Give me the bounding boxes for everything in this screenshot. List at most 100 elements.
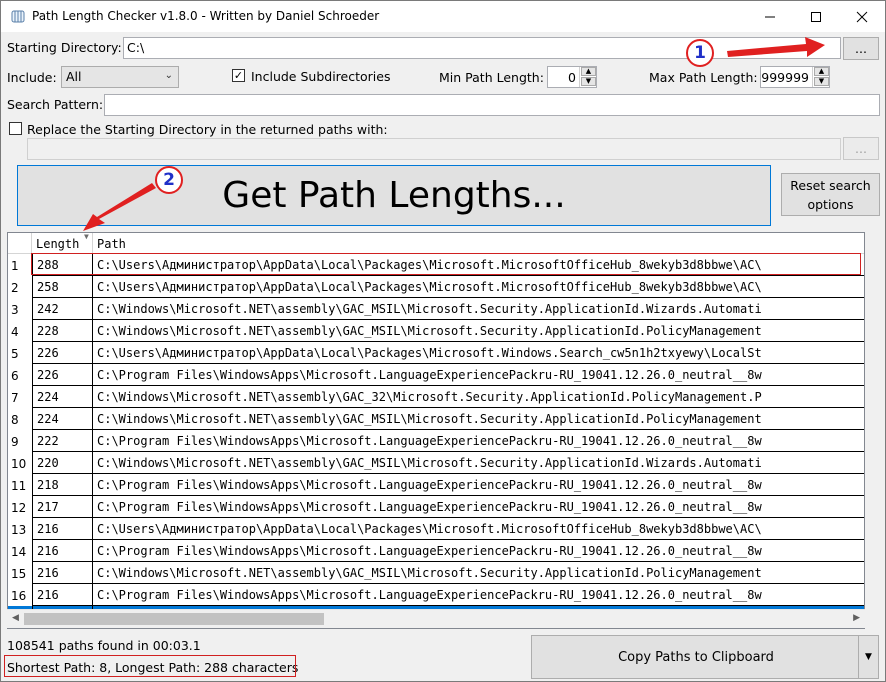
length-cell[interactable]: 216: [32, 540, 93, 562]
max-path-length-stepper[interactable]: 999999 ▲ ▼: [760, 66, 830, 88]
length-cell[interactable]: 216: [32, 562, 93, 584]
row-number[interactable]: 8: [8, 408, 32, 430]
path-cell[interactable]: C:\Users\Администратор\AppData\Local\Pac…: [93, 276, 864, 298]
results-grid[interactable]: ▼ Length Path 1 288 C:\Users\Администратор…: [7, 232, 865, 629]
table-row[interactable]: 8 224 C:\Windows\Microsoft.NET\assembly\GA…: [8, 408, 864, 430]
length-cell[interactable]: 218: [32, 474, 93, 496]
path-cell[interactable]: C:\Windows\Microsoft.NET\assembly\GAC_MS…: [93, 562, 864, 584]
close-button[interactable]: [839, 1, 885, 32]
spin-down-icon[interactable]: ▼: [814, 77, 829, 86]
starting-directory-input[interactable]: C:\: [123, 37, 841, 59]
max-path-length-value: 999999: [761, 70, 809, 85]
annotation-number-1: 1: [686, 39, 714, 67]
reset-search-options-button[interactable]: Reset search options: [781, 173, 880, 216]
replace-browse-button[interactable]: ...: [843, 137, 879, 160]
table-row[interactable]: 9 222 C:\Program Files\WindowsApps\Microso…: [8, 430, 864, 452]
row-number[interactable]: 7: [8, 386, 32, 408]
path-cell[interactable]: C:\Windows\Microsoft.NET\assembly\GAC_MS…: [93, 298, 864, 320]
path-cell[interactable]: C:\Program Files\WindowsApps\Microsoft.L…: [93, 496, 864, 518]
table-row[interactable]: 7 224 C:\Windows\Microsoft.NET\assembly\GA…: [8, 386, 864, 408]
horizontal-scrollbar[interactable]: ◀ ▶: [7, 609, 865, 628]
table-row[interactable]: 4 228 C:\Windows\Microsoft.NET\assembly\GA…: [8, 320, 864, 342]
column-header-path[interactable]: Path: [93, 233, 864, 254]
path-cell[interactable]: C:\Windows\Microsoft.NET\assembly\GAC_MS…: [93, 408, 864, 430]
table-row[interactable]: 15 216 C:\Windows\Microsoft.NET\assembly\G…: [8, 562, 864, 584]
length-cell[interactable]: 228: [32, 320, 93, 342]
table-row[interactable]: 2 258 C:\Users\Администратор\AppData\Local…: [8, 276, 864, 298]
path-cell[interactable]: C:\Windows\Microsoft.NET\assembly\GAC_MS…: [93, 452, 864, 474]
min-path-length-value: 0: [568, 70, 576, 85]
replace-directory-input[interactable]: [27, 138, 841, 160]
spin-up-icon[interactable]: ▲: [814, 67, 829, 76]
length-cell[interactable]: 226: [32, 364, 93, 386]
row-number[interactable]: 2: [8, 276, 32, 298]
path-cell[interactable]: C:\Users\Администратор\AppData\Local\Pac…: [93, 518, 864, 540]
table-row[interactable]: 14 216 C:\Program Files\WindowsApps\Micros…: [8, 540, 864, 562]
column-header-length[interactable]: ▼ Length: [32, 233, 93, 254]
replace-directory-checkbox[interactable]: [9, 122, 22, 135]
length-cell[interactable]: 226: [32, 342, 93, 364]
get-path-lengths-button[interactable]: Get Path Lengths...: [17, 165, 771, 226]
scroll-right-icon[interactable]: ▶: [853, 613, 860, 623]
length-cell[interactable]: 217: [32, 496, 93, 518]
row-number[interactable]: 16: [8, 584, 32, 606]
row-number[interactable]: 10: [8, 452, 32, 474]
row-number[interactable]: 12: [8, 496, 32, 518]
table-row[interactable]: 1 288 C:\Users\Администратор\AppData\Local…: [8, 254, 864, 276]
length-cell[interactable]: 222: [32, 430, 93, 452]
row-number[interactable]: 6: [8, 364, 32, 386]
row-number[interactable]: 3: [8, 298, 32, 320]
length-cell[interactable]: 258: [32, 276, 93, 298]
path-cell[interactable]: C:\Program Files\WindowsApps\Microsoft.L…: [93, 430, 864, 452]
path-cell[interactable]: C:\Program Files\WindowsApps\Microsoft.L…: [93, 474, 864, 496]
chevron-down-icon[interactable]: ▼: [858, 636, 878, 678]
table-row[interactable]: 11 218 C:\Program Files\WindowsApps\Micros…: [8, 474, 864, 496]
row-number[interactable]: 14: [8, 540, 32, 562]
browse-button[interactable]: ...: [843, 37, 879, 60]
length-cell[interactable]: 242: [32, 298, 93, 320]
scrollbar-thumb[interactable]: [24, 613, 324, 625]
path-cell[interactable]: C:\Users\Администратор\AppData\Local\Pac…: [93, 254, 864, 276]
search-pattern-input[interactable]: [104, 94, 880, 116]
length-cell[interactable]: 216: [32, 518, 93, 540]
table-row[interactable]: 13 216 C:\Users\Администратор\AppData\Loca…: [8, 518, 864, 540]
table-row[interactable]: 5 226 C:\Users\Администратор\AppData\Local…: [8, 342, 864, 364]
row-number[interactable]: 11: [8, 474, 32, 496]
row-number[interactable]: 5: [8, 342, 32, 364]
app-window: Path Length Checker v1.8.0 - Written by …: [0, 0, 886, 682]
include-subdirectories-checkbox[interactable]: ✓: [232, 69, 245, 82]
minimize-button[interactable]: [747, 1, 793, 32]
length-cell[interactable]: 220: [32, 452, 93, 474]
path-cell[interactable]: C:\Windows\Microsoft.NET\assembly\GAC_MS…: [93, 320, 864, 342]
table-row[interactable]: 16 216 C:\Program Files\WindowsApps\Micros…: [8, 584, 864, 606]
include-select[interactable]: All ⌄: [61, 66, 179, 88]
chevron-down-icon: ⌄: [164, 70, 173, 81]
row-number[interactable]: 13: [8, 518, 32, 540]
length-cell[interactable]: 216: [32, 584, 93, 606]
include-subdirectories-label: Include Subdirectories: [251, 69, 391, 84]
path-cell[interactable]: C:\Windows\Microsoft.NET\assembly\GAC_32…: [93, 386, 864, 408]
row-number[interactable]: 15: [8, 562, 32, 584]
min-path-length-stepper[interactable]: 0 ▲ ▼: [547, 66, 597, 88]
copy-paths-button[interactable]: Copy Paths to Clipboard ▼: [531, 635, 879, 679]
scroll-left-icon[interactable]: ◀: [12, 613, 19, 623]
table-row[interactable]: 6 226 C:\Program Files\WindowsApps\Microso…: [8, 364, 864, 386]
path-cell[interactable]: C:\Program Files\WindowsApps\Microsoft.L…: [93, 584, 864, 606]
length-cell[interactable]: 224: [32, 408, 93, 430]
row-number[interactable]: 9: [8, 430, 32, 452]
app-icon: [11, 10, 25, 23]
path-cell[interactable]: C:\Program Files\WindowsApps\Microsoft.L…: [93, 540, 864, 562]
length-cell[interactable]: 288: [32, 254, 93, 276]
maximize-button[interactable]: [793, 1, 839, 32]
table-row[interactable]: 10 220 C:\Windows\Microsoft.NET\assembly\G…: [8, 452, 864, 474]
path-cell[interactable]: C:\Users\Администратор\AppData\Local\Pac…: [93, 342, 864, 364]
spin-down-icon[interactable]: ▼: [581, 77, 596, 86]
table-row[interactable]: 3 242 C:\Windows\Microsoft.NET\assembly\GA…: [8, 298, 864, 320]
length-cell[interactable]: 224: [32, 386, 93, 408]
title-bar[interactable]: Path Length Checker v1.8.0 - Written by …: [1, 1, 885, 32]
row-number[interactable]: 4: [8, 320, 32, 342]
spin-up-icon[interactable]: ▲: [581, 67, 596, 76]
table-row[interactable]: 12 217 C:\Program Files\WindowsApps\Micros…: [8, 496, 864, 518]
row-number[interactable]: 1: [8, 254, 32, 276]
path-cell[interactable]: C:\Program Files\WindowsApps\Microsoft.L…: [93, 364, 864, 386]
